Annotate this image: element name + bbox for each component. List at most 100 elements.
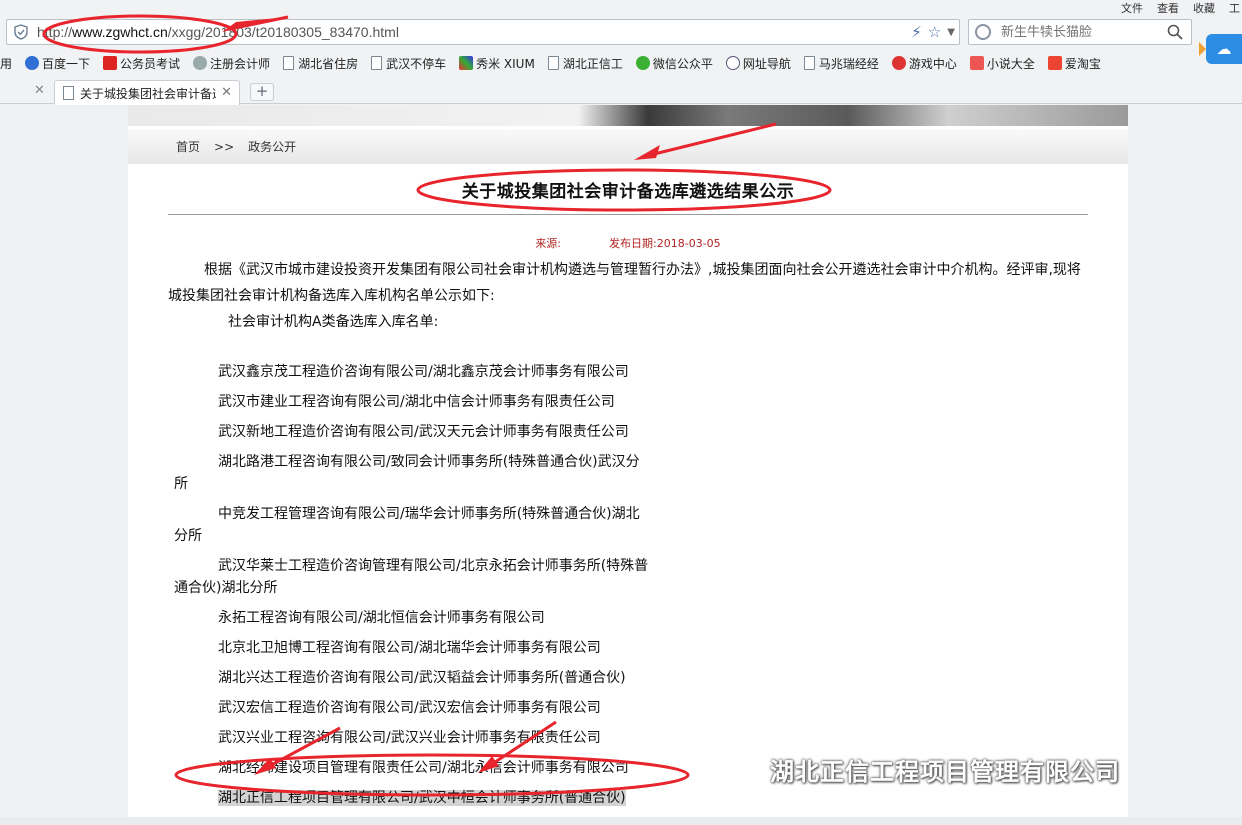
page-icon: [283, 56, 295, 70]
institution-name: 武汉新地工程造价咨询有限公司/武汉天元会计师事务有限责任公司: [218, 424, 629, 440]
bookmark-nav[interactable]: 网址导航: [725, 55, 791, 72]
address-row: http://www.zgwhct.cn/xxgg/201803/t201803…: [0, 16, 1242, 64]
menu-view[interactable]: 查看: [1157, 0, 1179, 16]
list-item: 武汉华莱士工程造价咨询管理有限公司/北京永拓会计师事务所(特殊普通合伙)湖北分所: [168, 555, 1088, 599]
search-icon[interactable]: [1167, 24, 1183, 40]
list-item: 武汉市建业工程咨询有限公司/湖北中信会计师事务有限责任公司: [168, 391, 1088, 413]
publish-date: 2018-03-05: [656, 237, 721, 250]
institution-name: 湖北经纬建设项目管理有限责任公司/湖北永信会计师事务有限公司: [218, 760, 629, 776]
novel-icon: [969, 56, 984, 70]
page-icon: [547, 56, 559, 70]
article-body: 根据《武汉市城市建设投资开发集团有限公司社会审计机构遴选与管理暂行办法》,城投集…: [168, 257, 1088, 825]
bookmark-wechat[interactable]: 微信公众平: [635, 55, 713, 72]
horizontal-scrollbar[interactable]: [0, 817, 1242, 825]
institution-name: 武汉宏信工程造价咨询有限公司/武汉宏信会计师事务有限公司: [218, 700, 601, 716]
bookmark-housing[interactable]: 湖北省住房: [283, 55, 358, 72]
page-viewport: 首页 >> 政务公开 关于城投集团社会审计备选库遴选结果公示 来源: 发布日期:2…: [0, 105, 1242, 825]
list-item: 中竞发工程管理咨询有限公司/瑞华会计师事务所(特殊普通合伙)湖北 分所: [168, 503, 1088, 547]
institution-name: 中竞发工程管理咨询有限公司/瑞华会计师事务所(特殊普通合伙)湖北: [218, 506, 640, 522]
article-page: 首页 >> 政务公开 关于城投集团社会审计备选库遴选结果公示 来源: 发布日期:2…: [128, 105, 1128, 825]
bookmark-games[interactable]: 游戏中心: [891, 55, 957, 72]
institution-name: 武汉市建业工程咨询有限公司/湖北中信会计师事务有限责任公司: [218, 394, 615, 410]
tab-strip: ✕ 关于城投集团社会审计备选库遴选结果公示 ✕ +: [0, 78, 1242, 105]
xiumi-icon: [459, 56, 474, 70]
menu-file[interactable]: 文件: [1121, 0, 1143, 16]
institution-name: 湖北正信工程项目管理有限公司/武汉中桓会计师事务所(普通合伙): [218, 790, 626, 806]
bookmarks-bar: 用 百度一下 公务员考试 注册会计师 湖北省住房 武汉不停车 秀米 XIUM 湖…: [0, 52, 1242, 74]
institution-name: 武汉鑫京茂工程造价咨询有限公司/湖北鑫京茂会计师事务有限公司: [218, 364, 629, 380]
menu-tools[interactable]: 工: [1229, 0, 1240, 16]
breadcrumb-separator: >>: [214, 139, 235, 154]
list-item: 湖北路港工程咨询有限公司/致同会计师事务所(特殊普通合伙)武汉分所: [168, 451, 1088, 495]
bookmark-zhengxin[interactable]: 湖北正信工: [547, 55, 623, 72]
page-icon: [371, 56, 383, 70]
list-item: 武汉宏信工程造价咨询有限公司/武汉宏信会计师事务有限公司: [168, 697, 1088, 719]
source-label: 来源:: [535, 237, 562, 250]
list-item: 湖北兴达工程造价咨询有限公司/武汉韬益会计师事务所(普通合伙): [168, 667, 1088, 689]
bookmark-item[interactable]: 用: [0, 55, 12, 72]
bookmark-exam[interactable]: 公务员考试: [103, 55, 180, 72]
institution-name: 湖北兴达工程造价咨询有限公司/武汉韬益会计师事务所(普通合伙): [218, 670, 626, 686]
page-icon: [63, 86, 74, 100]
address-bar[interactable]: http://www.zgwhct.cn/xxgg/201803/t201803…: [6, 19, 960, 45]
list-item: 永拓工程咨询有限公司/湖北恒信会计师事务有限公司: [168, 607, 1088, 629]
article-meta: 来源: 发布日期:2018-03-05: [128, 235, 1128, 251]
bookmark-cpa[interactable]: 注册会计师: [193, 55, 270, 72]
institution-name: 武汉兴业工程咨询有限公司/武汉兴业会计师事务有限责任公司: [218, 730, 601, 746]
game-icon: [891, 56, 906, 70]
list-item: 武汉兴业工程咨询有限公司/武汉兴业会计师事务有限责任公司: [168, 727, 1088, 749]
page-icon: [803, 56, 815, 70]
institution-name: 湖北路港工程咨询有限公司/致同会计师事务所(特殊普通合伙)武汉分: [218, 454, 640, 470]
date-label: 发布日期:: [609, 237, 657, 250]
address-url[interactable]: http://www.zgwhct.cn/xxgg/201803/t201803…: [37, 24, 399, 40]
chevron-down-icon[interactable]: ▼: [947, 27, 955, 38]
bookmark-baidu[interactable]: 百度一下: [25, 55, 90, 72]
menu-favorites[interactable]: 收藏: [1193, 0, 1215, 16]
close-icon[interactable]: ✕: [34, 83, 45, 98]
institution-name: 北京北卫旭博工程咨询有限公司/湖北瑞华会计师事务有限公司: [218, 640, 601, 656]
tab-active[interactable]: 关于城投集团社会审计备选库遴选结果公示 ✕: [54, 80, 240, 105]
list-item: 武汉新地工程造价咨询有限公司/武汉天元会计师事务有限责任公司: [168, 421, 1088, 443]
exam-icon: [103, 56, 118, 70]
wechat-watermark: 湖北正信工程项目管理有限公司: [730, 752, 1120, 787]
globe-icon: [725, 56, 740, 70]
taobao-icon: [1047, 56, 1062, 70]
title-divider: [168, 214, 1088, 215]
star-icon[interactable]: ☆: [928, 23, 941, 41]
breadcrumb-section[interactable]: 政务公开: [248, 138, 296, 155]
tab-close-icon[interactable]: ✕: [221, 85, 232, 100]
wechat-icon: [730, 756, 763, 782]
search-engine-icon[interactable]: [975, 24, 991, 40]
lightning-icon[interactable]: ⚡: [911, 23, 922, 41]
institution-name: 武汉华莱士工程造价咨询管理有限公司/北京永拓会计师事务所(特殊普: [218, 558, 649, 574]
bookmark-xiumi[interactable]: 秀米 XIUM: [459, 55, 535, 72]
header-banner-image: [128, 105, 1128, 126]
browser-menu-bar: 文件 查看 收藏 工: [0, 0, 1242, 16]
list-item: 湖北正信工程项目管理有限公司/武汉中桓会计师事务所(普通合伙): [168, 787, 1088, 809]
list-heading: 社会审计机构A类备选库入库名单:: [228, 314, 439, 330]
menu-items: 文件 查看 收藏 工: [1121, 0, 1242, 16]
search-bar: [968, 19, 1192, 45]
cpa-icon: [193, 56, 208, 70]
shield-icon: [14, 24, 28, 40]
institution-name-continued: 通合伙)湖北分所: [174, 580, 278, 596]
breadcrumb-home[interactable]: 首页: [176, 138, 200, 155]
article-title: 关于城投集团社会审计备选库遴选结果公示: [461, 182, 795, 202]
watermark-text: 湖北正信工程项目管理有限公司: [770, 758, 1120, 786]
list-item: 武汉鑫京茂工程造价咨询有限公司/湖北鑫京茂会计师事务有限公司: [168, 361, 1088, 383]
new-tab-button[interactable]: +: [250, 83, 274, 101]
institution-name-continued: 分所: [174, 528, 202, 544]
search-input[interactable]: [1001, 24, 1161, 40]
bookmark-taobao[interactable]: 爱淘宝: [1047, 55, 1101, 72]
baidu-paw-icon: [25, 56, 40, 70]
list-item: 北京北卫旭博工程咨询有限公司/湖北瑞华会计师事务有限公司: [168, 637, 1088, 659]
institution-name-continued: 所: [174, 476, 188, 492]
bookmark-ma[interactable]: 马兆瑞经经: [803, 55, 879, 72]
address-actions: ⚡ ☆ ▼: [911, 23, 955, 41]
intro-paragraph: 根据《武汉市城市建设投资开发集团有限公司社会审计机构遴选与管理暂行办法》,城投集…: [168, 262, 1081, 304]
bookmark-novels[interactable]: 小说大全: [969, 55, 1035, 72]
wechat-icon: [635, 56, 650, 70]
tab-title: 关于城投集团社会审计备选库遴选结果公示: [80, 86, 216, 101]
breadcrumb: 首页 >> 政务公开: [128, 129, 1128, 164]
bookmark-toll[interactable]: 武汉不停车: [371, 55, 446, 72]
